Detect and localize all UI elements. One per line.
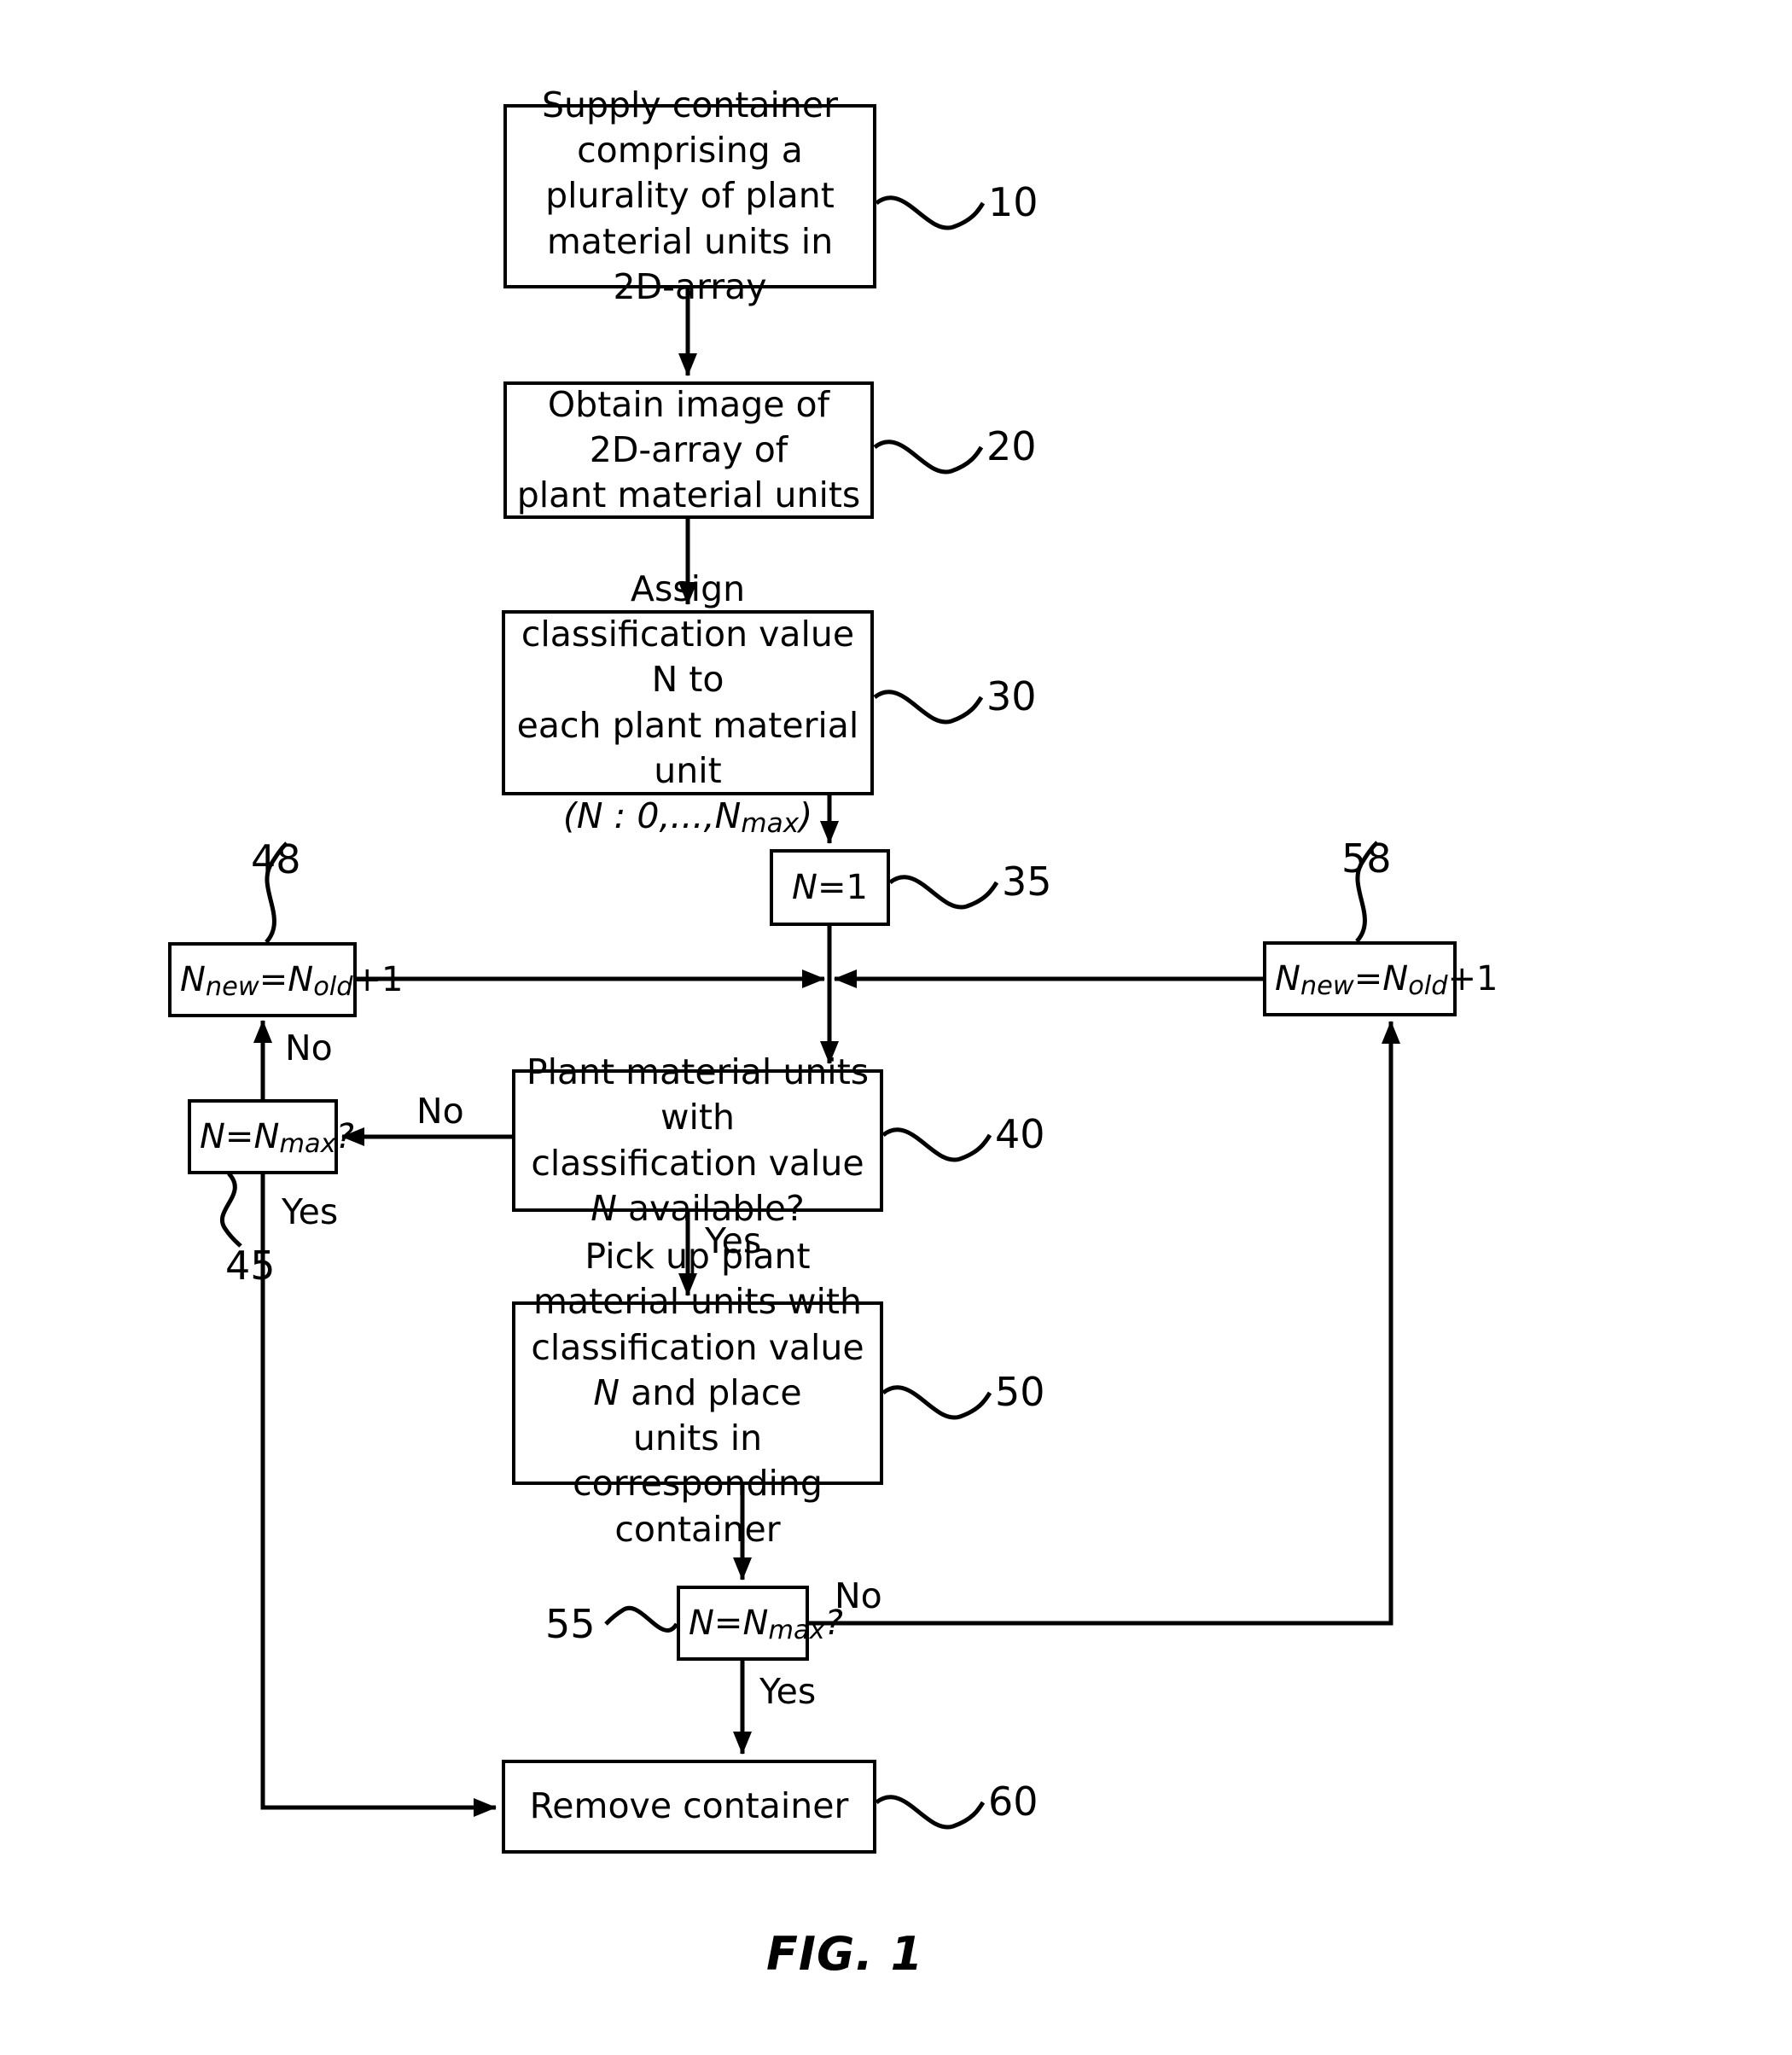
step-obtain-image[interactable]: Obtain image of 2D-array of plant materi… [503,381,874,519]
step-increment-n-right[interactable]: Nnew=Nold+1 [1263,941,1498,1016]
step-supply-container[interactable]: Supply container comprising a plurality … [503,84,876,307]
edge-label-no-from-40: No [416,1091,464,1132]
ref-numeral-35: 35 [1002,859,1052,905]
edge-label-yes-left-down: Yes [282,1191,339,1232]
init-n-value: =1 [817,868,868,907]
patent-figure: Supply container comprising a plurality … [0,0,1792,2055]
ref-numeral-45: 45 [225,1243,276,1289]
pickup-line1: Pick up plant material units with [533,1235,862,1323]
ref-numeral-50: 50 [995,1369,1045,1415]
step-remove-container[interactable]: Remove container [502,1760,876,1854]
step-obtain-line2: plant material units [516,474,861,516]
step-assign-line1: Assign classification value N to [521,568,855,701]
ref-numeral-20: 20 [986,423,1037,469]
decision-n-equals-nmax-left[interactable]: N=Nmax? [188,1099,354,1174]
init-n-symbol: N [792,868,817,907]
ref-numeral-60: 60 [988,1778,1039,1825]
step-assign-range: (N : 0,...,Nmax) [562,795,813,840]
step-pick-up-units[interactable]: Pick up plant material units with classi… [512,1236,883,1550]
figure-caption: FIG. 1 [766,1927,924,1981]
ref-numeral-55: 55 [545,1601,596,1647]
edge-label-no-left-up: No [285,1028,333,1068]
step-supply-line3: 2D-array [613,265,767,307]
step-supply-line2: plurality of plant material units in [545,175,835,262]
step-obtain-line1: Obtain image of 2D-array of [547,383,830,470]
ref-numeral-10: 10 [988,179,1039,225]
remove-label: Remove container [529,1785,849,1827]
step-initialize-n[interactable]: N=1 [770,849,890,926]
step-assign-line2: each plant material unit [516,704,859,791]
connector-lines [219,195,1400,1830]
ref-numeral-40: 40 [995,1111,1045,1157]
step-supply-line1: Supply container comprising a [541,84,839,172]
step-increment-n-left[interactable]: Nnew=Nold+1 [168,942,403,1017]
pickup-line3: units in corresponding container [573,1418,823,1550]
decision-n-equals-nmax-bottom[interactable]: N=Nmax? [677,1586,843,1661]
decision-units-available[interactable]: Plant material units with classification… [512,1051,883,1229]
available-line1: Plant material units with [526,1051,870,1138]
step-assign-classification[interactable]: Assign classification value N to each pl… [502,568,874,839]
ref-numeral-30: 30 [986,673,1037,719]
ref-numeral-48: 48 [251,836,301,882]
ref-numeral-58: 58 [1341,835,1392,882]
pickup-line2: classification value N and place [531,1326,864,1413]
available-line2: classification value N available? [531,1142,864,1229]
edge-label-yes-from-40: Yes [705,1220,762,1261]
edge-label-yes-from-55: Yes [759,1671,817,1712]
edge-label-no-from-55: No [835,1575,882,1616]
